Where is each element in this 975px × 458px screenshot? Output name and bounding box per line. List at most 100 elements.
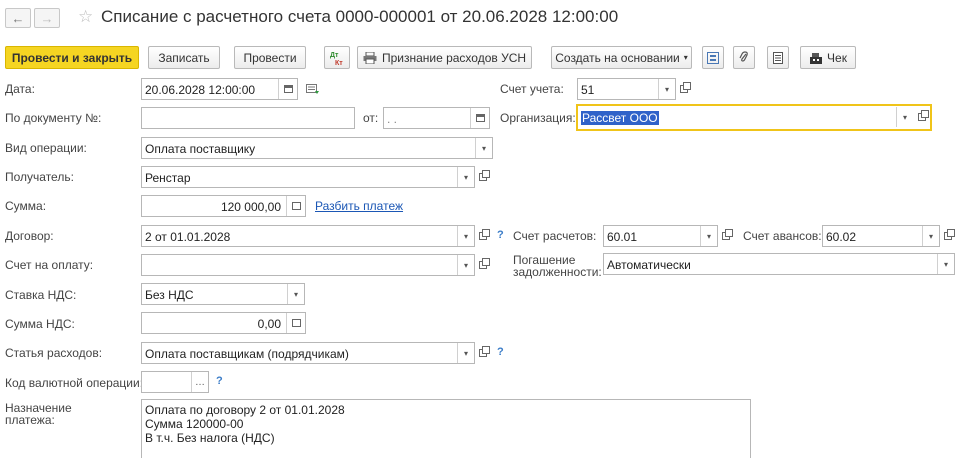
select-ellipsis-icon[interactable]: …	[191, 372, 208, 392]
structure-icon	[707, 51, 719, 64]
check-label: Чек	[827, 50, 847, 65]
usn-expense-label: Признание расходов УСН	[381, 50, 527, 65]
advance-account-value: 60.02	[826, 230, 857, 244]
open-account-icon[interactable]	[677, 79, 691, 99]
purpose-label-line2: платежа:	[5, 413, 55, 427]
dropdown-arrow-icon[interactable]: ▾	[896, 107, 913, 127]
amount-value: 120 000,00	[220, 200, 281, 214]
post-button[interactable]: Провести	[234, 46, 306, 69]
open-expense-item-icon[interactable]	[476, 343, 490, 363]
dropdown-arrow-icon[interactable]: ▾	[658, 79, 675, 99]
organization-value: Рассвет ООО	[581, 111, 659, 125]
amount-field[interactable]: 120 000,00	[141, 195, 306, 217]
calculator-icon[interactable]	[286, 196, 305, 216]
account-field[interactable]: 51 ▾	[577, 78, 676, 100]
expense-item-field[interactable]: Оплата поставщикам (подрядчикам) ▾	[141, 342, 475, 364]
dropdown-arrow-icon: ▾	[683, 53, 688, 62]
dt-kt-icon: Дт Кт	[330, 52, 343, 66]
date-history-icon[interactable]	[306, 83, 320, 95]
svg-text:Дт: Дт	[330, 52, 339, 59]
debt-repayment-select[interactable]: Автоматически ▾	[603, 253, 955, 275]
page-title: Списание с расчетного счета 0000-000001 …	[101, 7, 619, 26]
open-contract-icon[interactable]	[476, 226, 490, 246]
svg-text:Кт: Кт	[335, 60, 343, 66]
invoice-field[interactable]: ▾	[141, 254, 475, 276]
calendar-icon[interactable]	[278, 79, 297, 99]
organization-label: Организация:	[500, 111, 576, 125]
currency-code-label: Код валютной операции:	[5, 376, 144, 390]
open-recipient-icon[interactable]	[476, 167, 490, 187]
account-value: 51	[581, 83, 595, 97]
calculator-icon[interactable]	[286, 313, 305, 333]
doc-number-field[interactable]	[141, 107, 355, 129]
amount-label: Сумма:	[5, 199, 47, 213]
vat-rate-value: Без НДС	[145, 288, 194, 302]
vat-amount-label: Сумма НДС:	[5, 317, 75, 331]
calendar-icon[interactable]	[470, 108, 489, 128]
doc-date-field[interactable]: . .	[383, 107, 490, 129]
vat-rate-select[interactable]: Без НДС ▾	[141, 283, 305, 305]
help-icon[interactable]: ?	[497, 346, 504, 358]
dropdown-arrow-icon[interactable]: ▾	[475, 138, 492, 158]
payment-purpose-textarea[interactable]: Оплата по договору 2 от 01.01.2028 Сумма…	[141, 399, 751, 458]
printer-icon	[363, 51, 377, 64]
post-and-close-button[interactable]: Провести и закрыть	[5, 46, 139, 69]
document-icon	[773, 51, 783, 64]
dropdown-arrow-icon[interactable]: ▾	[287, 284, 304, 304]
doc-date-value: . .	[387, 112, 398, 126]
split-payment-link[interactable]: Разбить платеж	[315, 199, 403, 213]
account-label: Счет учета:	[500, 82, 564, 96]
cash-register-icon	[810, 52, 823, 64]
contract-field[interactable]: 2 от 01.01.2028 ▾	[141, 225, 475, 247]
purpose-line: В т.ч. Без налога (НДС)	[145, 431, 275, 445]
dropdown-arrow-icon[interactable]: ▾	[922, 226, 939, 246]
help-icon[interactable]: ?	[497, 229, 504, 241]
vat-amount-field[interactable]: 0,00	[141, 312, 306, 334]
settle-account-field[interactable]: 60.01 ▾	[603, 225, 718, 247]
contract-label: Договор:	[5, 229, 54, 243]
dropdown-arrow-icon[interactable]: ▾	[457, 167, 474, 187]
favorite-star-icon[interactable]: ☆	[78, 7, 93, 27]
check-button[interactable]: Чек	[800, 46, 856, 69]
recipient-label: Получатель:	[5, 170, 74, 184]
date-label: Дата:	[5, 82, 35, 96]
invoice-label: Счет на оплату:	[5, 258, 94, 272]
purpose-line: Сумма 120000-00	[145, 417, 244, 431]
create-based-on-button[interactable]: Создать на основании ▾	[551, 46, 692, 69]
debt-repayment-value: Автоматически	[607, 258, 691, 272]
settle-account-value: 60.01	[607, 230, 638, 244]
usn-expense-button[interactable]: Признание расходов УСН	[357, 46, 532, 69]
open-settle-account-icon[interactable]	[719, 226, 733, 246]
recipient-field[interactable]: Ренстар ▾	[141, 166, 475, 188]
dropdown-arrow-icon[interactable]: ▾	[457, 255, 474, 275]
forward-button[interactable]: →	[34, 8, 60, 28]
attach-button[interactable]	[733, 46, 755, 69]
dropdown-arrow-icon[interactable]: ▾	[700, 226, 717, 246]
date-value: 20.06.2028 12:00:00	[145, 83, 256, 97]
organization-field[interactable]: Рассвет ООО ▾	[576, 104, 932, 131]
dropdown-arrow-icon[interactable]: ▾	[457, 343, 474, 363]
operation-type-label: Вид операции:	[5, 141, 87, 155]
advance-account-field[interactable]: 60.02 ▾	[822, 225, 940, 247]
debt-repayment-label-line2: задолженности:	[513, 265, 602, 279]
structure-button[interactable]	[702, 46, 724, 69]
paperclip-icon	[739, 51, 748, 62]
dt-kt-button[interactable]: Дт Кт	[324, 46, 350, 69]
open-advance-account-icon[interactable]	[941, 226, 955, 246]
report-button[interactable]	[767, 46, 789, 69]
advance-account-label: Счет авансов:	[743, 229, 822, 243]
open-organization-icon[interactable]	[915, 107, 929, 127]
back-button[interactable]: ←	[5, 8, 31, 28]
dropdown-arrow-icon[interactable]: ▾	[937, 254, 954, 274]
organization-value-wrap: Рассвет ООО	[581, 111, 659, 125]
save-button[interactable]: Записать	[148, 46, 220, 69]
operation-type-select[interactable]: Оплата поставщику ▾	[141, 137, 493, 159]
purpose-line: Оплата по договору 2 от 01.01.2028	[145, 403, 345, 417]
operation-type-value: Оплата поставщику	[145, 142, 256, 156]
currency-code-field[interactable]: …	[141, 371, 209, 393]
dropdown-arrow-icon[interactable]: ▾	[457, 226, 474, 246]
open-invoice-icon[interactable]	[476, 255, 490, 275]
help-icon[interactable]: ?	[216, 375, 223, 387]
date-field[interactable]: 20.06.2028 12:00:00	[141, 78, 298, 100]
vat-rate-label: Ставка НДС:	[5, 288, 77, 302]
